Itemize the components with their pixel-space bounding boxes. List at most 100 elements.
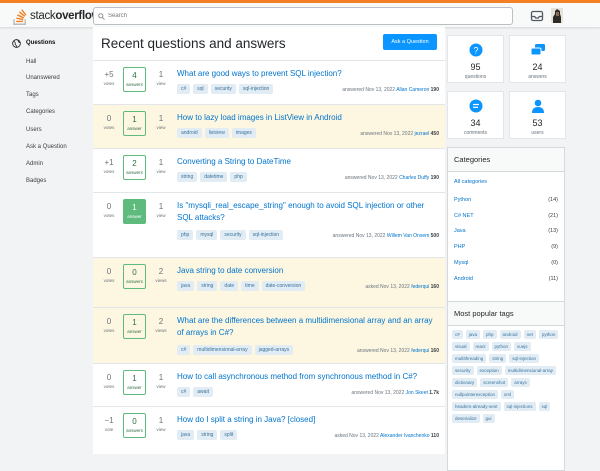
user-link[interactable]: Allan Cameron — [396, 87, 429, 93]
tag-chip[interactable]: sql — [193, 84, 208, 94]
popular-tag-chip[interactable]: java — [465, 330, 481, 339]
popular-tag-chip[interactable]: sql-injections — [503, 402, 536, 411]
tag-chip[interactable]: sql-injection — [248, 230, 284, 240]
question-row[interactable]: 0 votes 0 answers 2 views Java string to… — [93, 257, 445, 307]
nav-item-unanswered[interactable]: Unanswered — [26, 75, 60, 81]
popular-tag-chip[interactable]: exception — [476, 366, 502, 375]
category-link[interactable]: C# NET — [454, 213, 474, 219]
tag-chip[interactable]: split — [220, 430, 238, 440]
question-row[interactable]: −1 vote 0 answers 1 view How do I split … — [93, 406, 445, 454]
category-link[interactable]: Python — [454, 197, 471, 203]
question-title-link[interactable]: What are the differences between a multi… — [177, 315, 439, 339]
user-link[interactable]: Willem Van Onsem — [387, 233, 429, 239]
question-row[interactable]: +5 votes 4 answers 1 view What are good … — [93, 60, 445, 104]
tag-chip[interactable]: c# — [177, 387, 191, 397]
stat-comments[interactable]: 34 comments — [447, 91, 504, 139]
site-logo[interactable]: stackoverflow — [12, 7, 101, 25]
tag-chip[interactable]: php — [230, 172, 247, 182]
category-link[interactable]: Java — [454, 228, 466, 234]
question-title-link[interactable]: What are good ways to prevent SQL inject… — [177, 68, 439, 80]
popular-tag-chip[interactable]: nullpointerexception — [452, 390, 499, 399]
category-link[interactable]: PHP — [454, 244, 465, 250]
question-row[interactable]: 0 votes 1 answer 2 views What are the di… — [93, 307, 445, 363]
nav-item-hall[interactable]: Hall — [26, 59, 36, 65]
popular-tag-chip[interactable]: gui — [482, 414, 495, 423]
popular-tag-chip[interactable]: string — [489, 354, 507, 363]
user-link[interactable]: Charles Duffy — [399, 175, 429, 181]
tag-chip[interactable]: jagged-arrays — [254, 345, 294, 355]
tag-chip[interactable]: php — [177, 230, 194, 240]
nav-item-categories[interactable]: Categories — [26, 109, 55, 115]
user-link[interactable]: Alexander Ivanchenko — [380, 433, 429, 439]
popular-tag-chip[interactable]: arrays — [511, 378, 530, 387]
tag-chip[interactable]: string — [197, 430, 218, 440]
popular-tag-chip[interactable]: python — [491, 342, 512, 351]
tag-chip[interactable]: await — [193, 387, 213, 397]
question-title-link[interactable]: Is "mysqli_real_escape_string" enough to… — [177, 200, 439, 224]
stat-users[interactable]: 53 users — [509, 91, 566, 139]
question-title-link[interactable]: Converting a String to DateTime — [177, 156, 439, 168]
popular-tag-chip[interactable]: headers-already-sent — [452, 402, 501, 411]
user-link[interactable]: federqui — [411, 284, 429, 290]
search-input[interactable] — [108, 13, 488, 19]
question-row[interactable]: 0 votes 1 answer 1 view Is "mysqli_real_… — [93, 192, 445, 257]
tag-chip[interactable]: images — [231, 128, 256, 138]
question-title-link[interactable]: How do I split a string in Java? [closed… — [177, 414, 439, 426]
popular-tag-chip[interactable]: react — [472, 342, 489, 351]
tag-chip[interactable]: date — [220, 281, 239, 291]
popular-tag-chip[interactable]: vuejs — [514, 342, 531, 351]
nav-item-tags[interactable]: Tags — [26, 92, 39, 98]
popular-tag-chip[interactable]: php — [483, 330, 497, 339]
nav-item-badges[interactable]: Badges — [26, 178, 46, 184]
question-row[interactable]: 0 votes 1 answer 1 view How to call asyn… — [93, 363, 445, 406]
nav-item-users[interactable]: Users — [26, 127, 42, 133]
popular-tag-chip[interactable]: dictionary — [452, 378, 478, 387]
popular-tag-chip[interactable]: visual — [452, 342, 470, 351]
popular-tag-chip[interactable]: deserialize — [452, 414, 480, 423]
category-link[interactable]: Mysql — [454, 260, 468, 266]
ask-question-button[interactable]: Ask a Question — [383, 34, 437, 50]
popular-tag-chip[interactable]: security — [452, 366, 474, 375]
category-link[interactable]: All categories — [454, 179, 487, 185]
tag-chip[interactable]: c# — [177, 345, 191, 355]
nav-item-admin[interactable]: Admin — [26, 161, 43, 167]
tag-chip[interactable]: datetime — [200, 172, 228, 182]
nav-item-questions[interactable]: Questions — [26, 40, 55, 46]
tag-chip[interactable]: sql-injection — [238, 84, 274, 94]
tag-chip[interactable]: c# — [177, 84, 191, 94]
question-row[interactable]: +1 votes 2 answers 1 view Converting a S… — [93, 148, 445, 192]
tag-chip[interactable]: java — [177, 430, 195, 440]
category-link[interactable]: Android — [454, 276, 473, 282]
user-link[interactable]: federqui — [411, 348, 429, 354]
popular-tag-chip[interactable]: multithreading — [452, 354, 487, 363]
question-title-link[interactable]: How to call asynchronous method from syn… — [177, 371, 439, 383]
tag-chip[interactable]: security — [220, 230, 246, 240]
popular-tag-chip[interactable]: python — [538, 330, 559, 339]
question-row[interactable]: 0 votes 1 answer 1 view How to lazy load… — [93, 104, 445, 148]
popular-tag-chip[interactable]: android — [499, 330, 521, 339]
tag-chip[interactable]: date-conversion — [261, 281, 306, 291]
tag-chip[interactable]: java — [177, 281, 195, 291]
user-link[interactable]: Jon Skeet — [406, 390, 428, 396]
stat-answers[interactable]: 24 answers — [509, 35, 566, 83]
user-avatar-icon[interactable] — [551, 8, 563, 23]
popular-tag-chip[interactable]: multidimensional-array — [504, 366, 557, 375]
tag-chip[interactable]: multidimensional-array — [193, 345, 252, 355]
tag-chip[interactable]: string — [177, 172, 198, 182]
popular-tag-chip[interactable]: xml — [501, 390, 515, 399]
stat-questions[interactable]: ? 95 questions — [447, 35, 504, 83]
inbox-icon[interactable] — [530, 9, 544, 23]
popular-tag-chip[interactable]: sql-injection — [509, 354, 540, 363]
popular-tag-chip[interactable]: net — [523, 330, 536, 339]
tag-chip[interactable]: string — [197, 281, 218, 291]
tag-chip[interactable]: android — [177, 128, 202, 138]
tag-chip[interactable]: mysql — [196, 230, 218, 240]
user-link[interactable]: jezrael — [415, 131, 430, 137]
tag-chip[interactable]: listview — [204, 128, 229, 138]
popular-tag-chip[interactable]: c# — [452, 330, 463, 339]
nav-item-ask-question[interactable]: Ask a Question — [26, 144, 67, 150]
question-title-link[interactable]: Java string to date conversion — [177, 265, 439, 277]
tag-chip[interactable]: security — [210, 84, 236, 94]
popular-tag-chip[interactable]: screenshot — [480, 378, 509, 387]
question-title-link[interactable]: How to lazy load images in ListView in A… — [177, 112, 439, 124]
